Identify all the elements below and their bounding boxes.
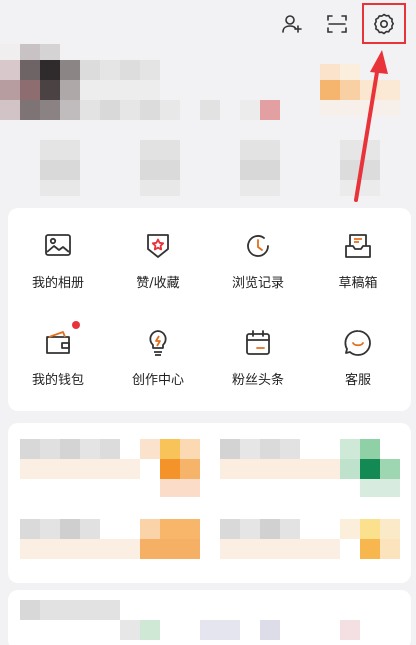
menu-item-photo-album[interactable]: 我的相册 bbox=[8, 208, 108, 298]
drafts-icon bbox=[342, 230, 374, 262]
add-user-icon[interactable] bbox=[275, 8, 309, 40]
top-bar bbox=[0, 0, 416, 48]
calendar-icon bbox=[242, 327, 274, 359]
menu-item-like-favorite[interactable]: 赞/收藏 bbox=[108, 208, 208, 298]
photo-album-icon bbox=[42, 230, 74, 262]
menu-item-label: 创作中心 bbox=[131, 373, 184, 388]
menu-item-label: 赞/收藏 bbox=[136, 276, 180, 291]
settings-highlight-box bbox=[362, 3, 406, 44]
content-card-pixelated-2 bbox=[8, 590, 411, 645]
menu-item-wallet[interactable]: 我的钱包 bbox=[8, 305, 108, 395]
menu-item-fans-headline[interactable]: 粉丝头条 bbox=[208, 305, 308, 395]
menu-item-history[interactable]: 浏览记录 bbox=[208, 208, 308, 298]
like-favorite-icon bbox=[142, 230, 174, 262]
menu-item-label: 粉丝头条 bbox=[231, 373, 284, 388]
wallet-icon bbox=[42, 321, 80, 359]
feature-menu-card: 我的相册 赞/收藏 浏览记录 草稿箱 我的钱包 创作中心 粉丝头条 客服 bbox=[8, 208, 411, 411]
customer-service-icon bbox=[342, 327, 374, 359]
menu-item-label: 草稿箱 bbox=[338, 276, 378, 291]
profile-area-pixelated bbox=[0, 44, 416, 204]
scan-icon[interactable] bbox=[320, 8, 354, 40]
menu-item-drafts[interactable]: 草稿箱 bbox=[308, 208, 408, 298]
notification-dot bbox=[72, 321, 80, 329]
menu-item-label: 浏览记录 bbox=[231, 276, 284, 291]
menu-item-label: 我的钱包 bbox=[31, 373, 84, 388]
menu-item-label: 我的相册 bbox=[31, 276, 84, 291]
lightbulb-icon bbox=[142, 327, 174, 359]
menu-item-creator-center[interactable]: 创作中心 bbox=[108, 305, 208, 395]
history-icon bbox=[242, 230, 274, 262]
menu-item-label: 客服 bbox=[344, 373, 371, 388]
menu-item-customer-service[interactable]: 客服 bbox=[308, 305, 408, 395]
content-card-pixelated bbox=[8, 423, 411, 583]
